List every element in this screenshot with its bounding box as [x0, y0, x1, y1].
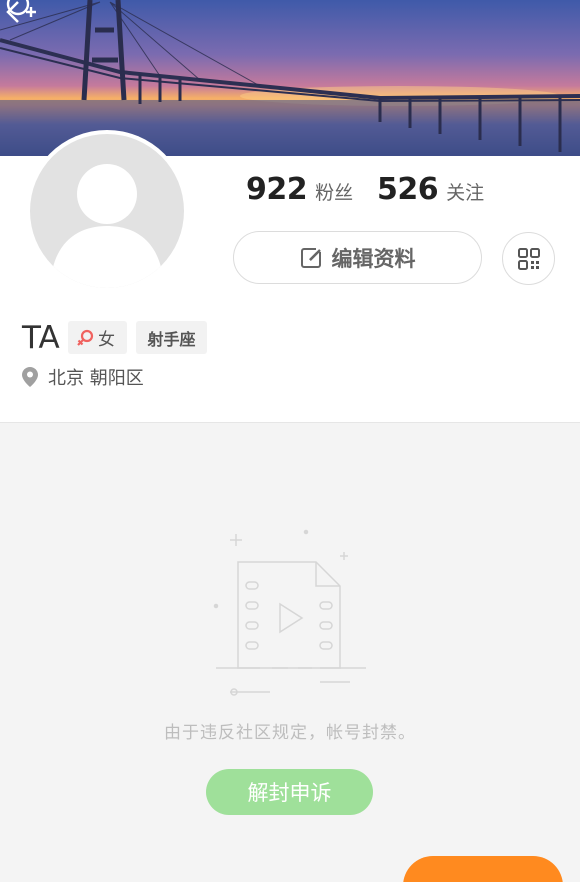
fans-count: 922 [246, 172, 308, 207]
avatar-placeholder [30, 134, 184, 288]
default-user-icon [50, 164, 164, 288]
ban-message: 由于违反社区规定，帐号封禁。 [164, 723, 416, 743]
follow-stat[interactable]: 526 关注 [377, 172, 484, 207]
edit-profile-label: 编辑资料 [331, 246, 416, 271]
zodiac-tag: 射手座 [136, 321, 207, 354]
appeal-button[interactable]: 解封申诉 [206, 769, 373, 815]
zodiac-label: 射手座 [147, 329, 196, 349]
add-user-icon[interactable] [0, 0, 40, 30]
fans-label: 粉丝 [315, 182, 354, 204]
location-pin-icon [22, 367, 38, 387]
follow-count: 526 [377, 172, 439, 207]
female-icon [77, 329, 94, 346]
avatar[interactable] [26, 130, 188, 292]
follow-label: 关注 [446, 182, 485, 204]
qr-code-button[interactable] [502, 232, 555, 285]
location: 北京 朝阳区 [22, 364, 144, 390]
edit-profile-button[interactable]: 编辑资料 [233, 231, 482, 284]
section-divider [0, 422, 580, 423]
gender-label: 女 [98, 330, 115, 350]
gender-tag: 女 [68, 321, 127, 354]
floating-action-button[interactable] [403, 856, 563, 882]
nickname: TA [22, 320, 60, 356]
profile-card: 922 粉丝 526 关注 编辑资料 TA 女 射手座 北京 朝阳区 [0, 130, 580, 422]
video-file-icon [213, 529, 366, 696]
fans-stat[interactable]: 922 粉丝 [246, 172, 353, 207]
qr-code-icon [517, 247, 540, 270]
edit-icon [300, 245, 324, 268]
location-text: 北京 朝阳区 [48, 368, 144, 389]
